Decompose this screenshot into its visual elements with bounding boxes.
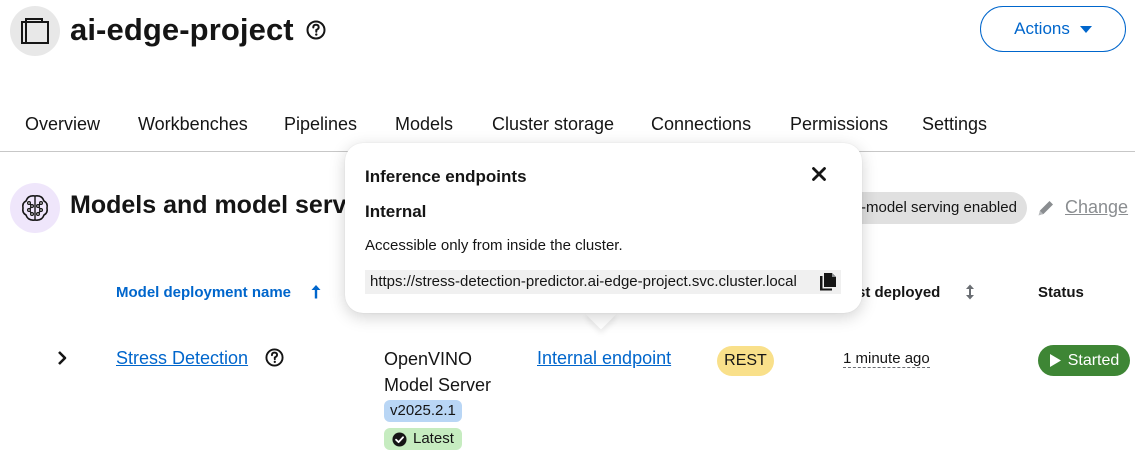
- caret-down-icon: [1079, 26, 1092, 33]
- project-icon: [10, 6, 60, 56]
- tab-settings[interactable]: Settings: [922, 114, 987, 135]
- latest-badge: Latest: [384, 428, 462, 450]
- tab-permissions[interactable]: Permissions: [790, 114, 888, 135]
- section-title: Models and model serve: [70, 191, 361, 219]
- column-header-name[interactable]: Model deployment name: [116, 284, 291, 301]
- page-title: ai-edge-project: [70, 12, 294, 47]
- help-circle-icon[interactable]: [306, 20, 326, 40]
- pencil-icon: [1036, 198, 1056, 218]
- play-icon: [1049, 354, 1061, 367]
- serving-runtime-name: OpenVINO Model Server: [384, 349, 492, 395]
- actions-label: Actions: [1014, 19, 1070, 38]
- close-icon[interactable]: [811, 166, 827, 182]
- tab-models[interactable]: Models: [395, 114, 453, 135]
- sort-ascending-icon[interactable]: [310, 284, 322, 300]
- model-brain-icon: [10, 183, 60, 233]
- model-name-link[interactable]: Stress Detection: [116, 348, 248, 369]
- tab-cluster-storage[interactable]: Cluster storage: [492, 114, 614, 135]
- endpoint-url-field[interactable]: https://stress-detection-predictor.ai-ed…: [365, 270, 841, 294]
- popover-title: Inference endpoints: [365, 167, 527, 186]
- actions-button[interactable]: Actions: [980, 6, 1126, 52]
- column-header-status: Status: [1038, 284, 1084, 301]
- serving-platform-label: -model serving enabled: [845, 192, 1027, 224]
- status-label: Started: [1067, 351, 1120, 369]
- popover-description: Accessible only from inside the cluster.: [365, 237, 623, 254]
- last-deployed-time[interactable]: 1 minute ago: [843, 350, 930, 368]
- help-circle-icon[interactable]: [265, 348, 284, 367]
- copy-icon[interactable]: [819, 272, 837, 291]
- tab-overview[interactable]: Overview: [25, 114, 100, 135]
- popover-subtitle: Internal: [365, 202, 427, 221]
- sort-icon[interactable]: [964, 284, 976, 300]
- tab-connections[interactable]: Connections: [651, 114, 751, 135]
- change-button[interactable]: Change: [1065, 197, 1128, 218]
- endpoint-url: https://stress-detection-predictor.ai-ed…: [370, 273, 797, 290]
- folder-icon: [21, 18, 49, 44]
- latest-label: Latest: [413, 430, 454, 447]
- expand-row-icon[interactable]: [55, 350, 69, 366]
- api-protocol-badge: REST: [717, 346, 774, 376]
- status-badge[interactable]: Started: [1038, 345, 1130, 376]
- tab-pipelines[interactable]: Pipelines: [284, 114, 357, 135]
- tab-workbenches[interactable]: Workbenches: [138, 114, 248, 135]
- column-header-last-deployed[interactable]: st deployed: [857, 284, 940, 301]
- check-circle-icon: [392, 431, 407, 447]
- version-badge: v2025.2.1: [384, 400, 462, 422]
- inference-endpoints-popover: Inference endpoints Internal Accessible …: [345, 143, 862, 313]
- internal-endpoint-link[interactable]: Internal endpoint: [537, 348, 671, 369]
